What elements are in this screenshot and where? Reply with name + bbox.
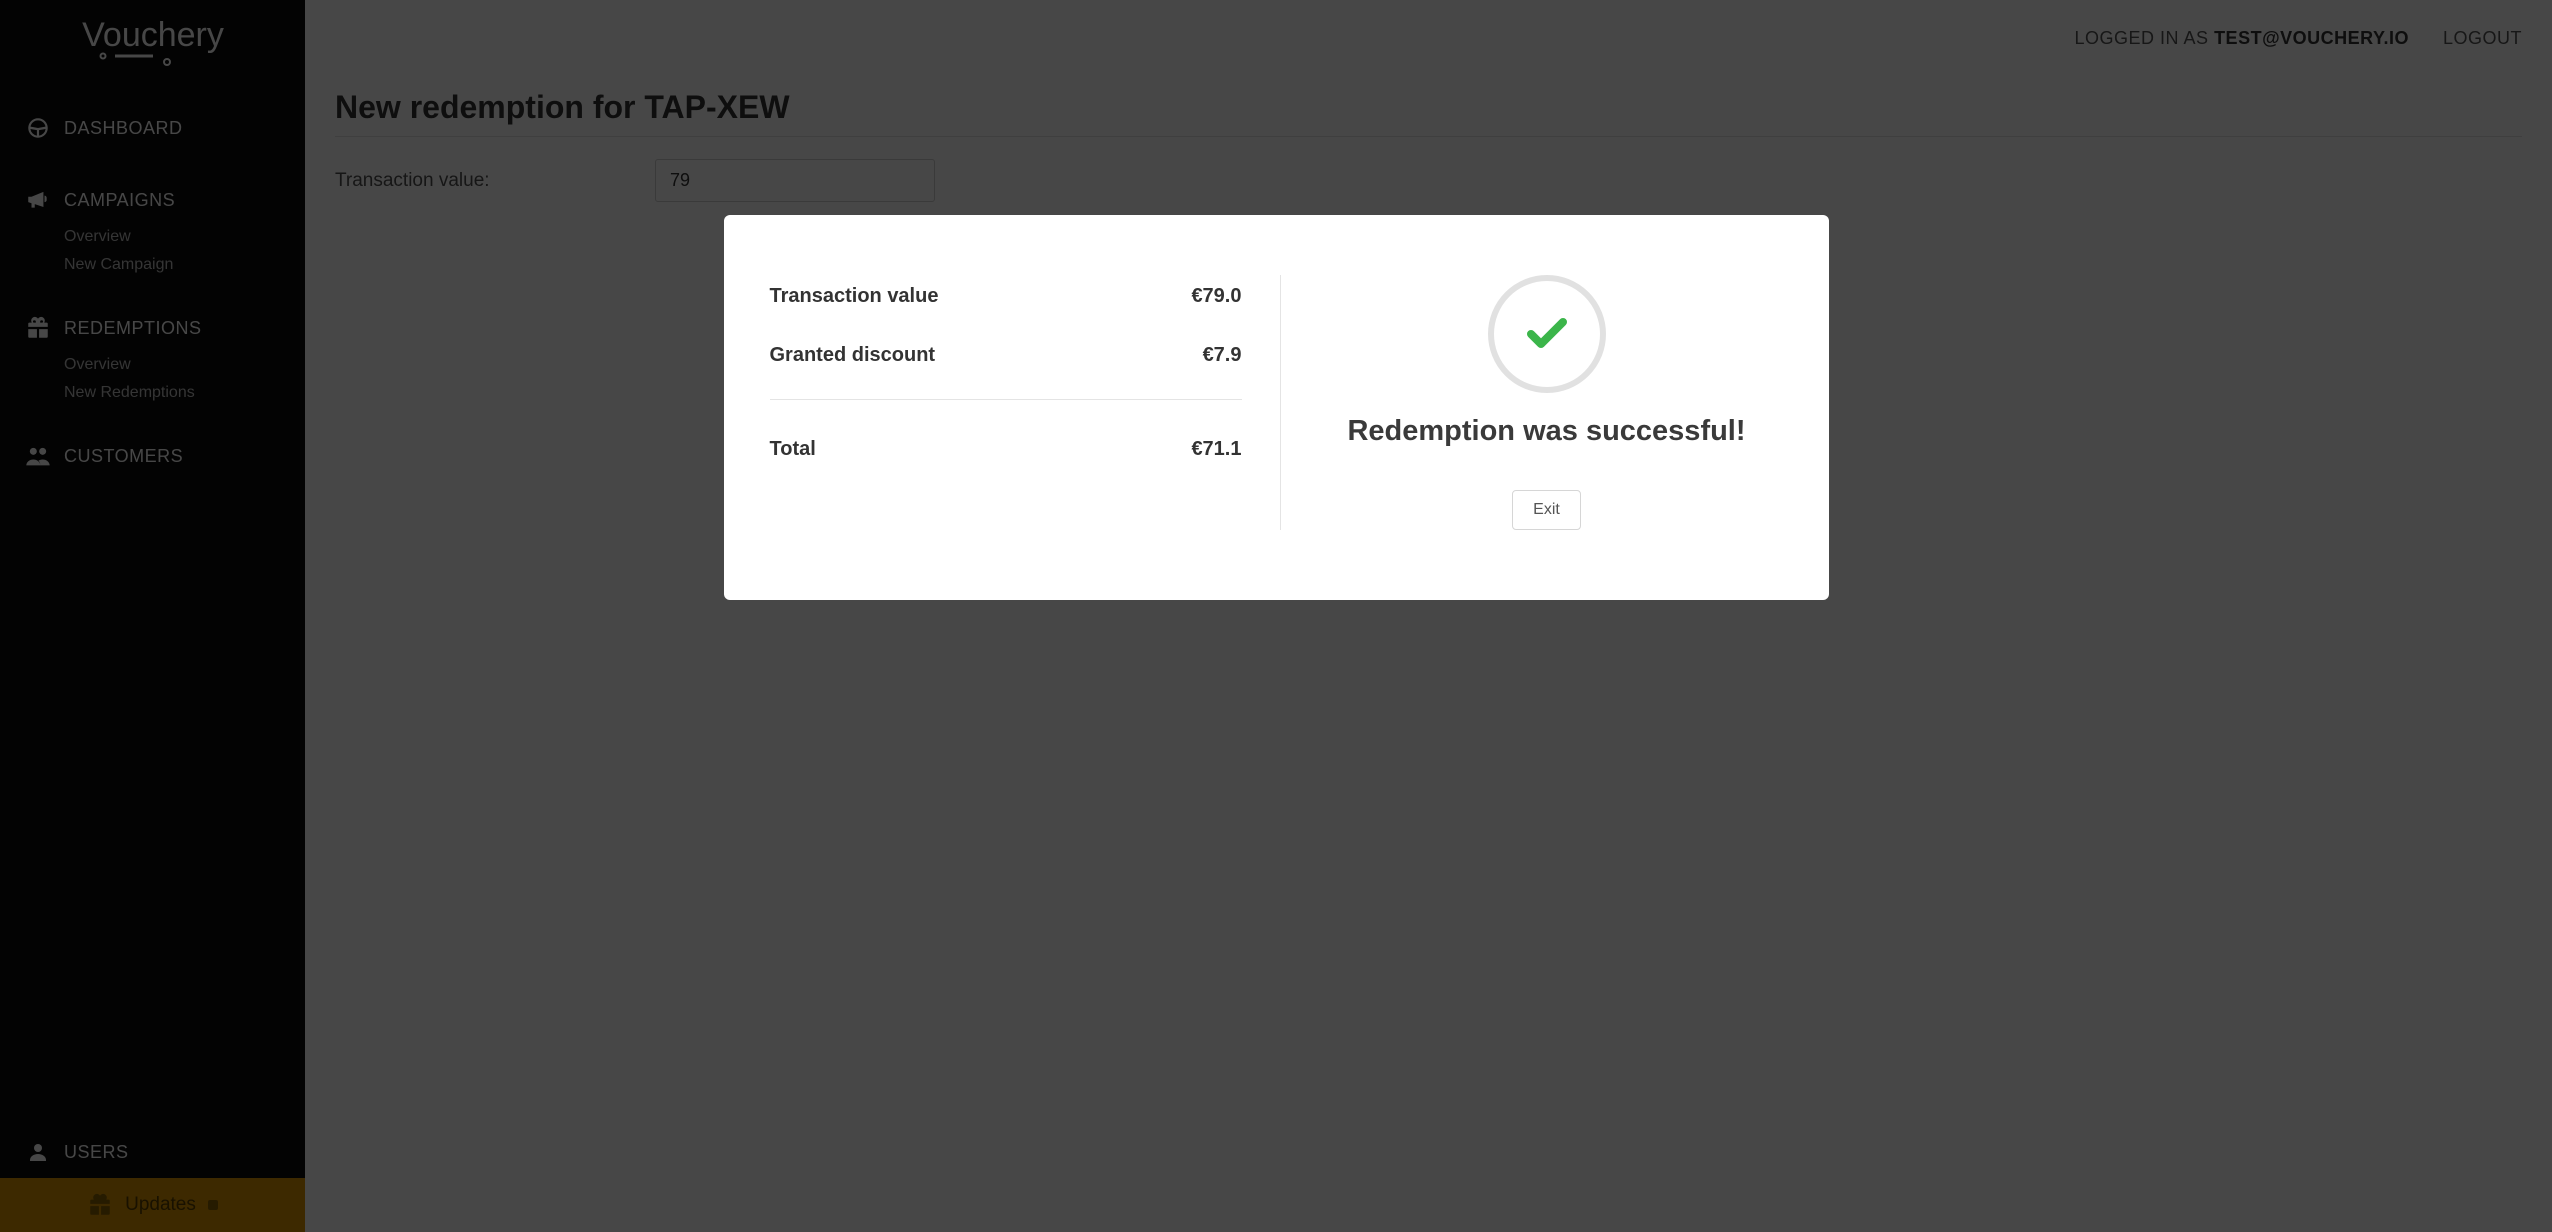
success-check-icon <box>1488 275 1606 393</box>
redemption-success-modal: Transaction value €79.0 Granted discount… <box>724 215 1829 600</box>
modal-overlay[interactable]: Transaction value €79.0 Granted discount… <box>0 0 2552 1232</box>
summary-label: Total <box>770 438 816 461</box>
modal-status: Redemption was successful! Exit <box>1281 275 1783 530</box>
modal-summary: Transaction value €79.0 Granted discount… <box>770 275 1281 530</box>
summary-label: Transaction value <box>770 285 939 308</box>
divider <box>770 399 1242 400</box>
summary-label: Granted discount <box>770 344 936 367</box>
summary-row-total: Total €71.1 <box>770 428 1242 461</box>
summary-value: €79.0 <box>1191 285 1241 308</box>
summary-row-discount: Granted discount €7.9 <box>770 334 1242 393</box>
summary-value: €71.1 <box>1191 438 1241 461</box>
success-title: Redemption was successful! <box>1347 415 1745 448</box>
exit-button[interactable]: Exit <box>1512 490 1581 530</box>
summary-value: €7.9 <box>1203 344 1242 367</box>
summary-row-transaction: Transaction value €79.0 <box>770 275 1242 334</box>
